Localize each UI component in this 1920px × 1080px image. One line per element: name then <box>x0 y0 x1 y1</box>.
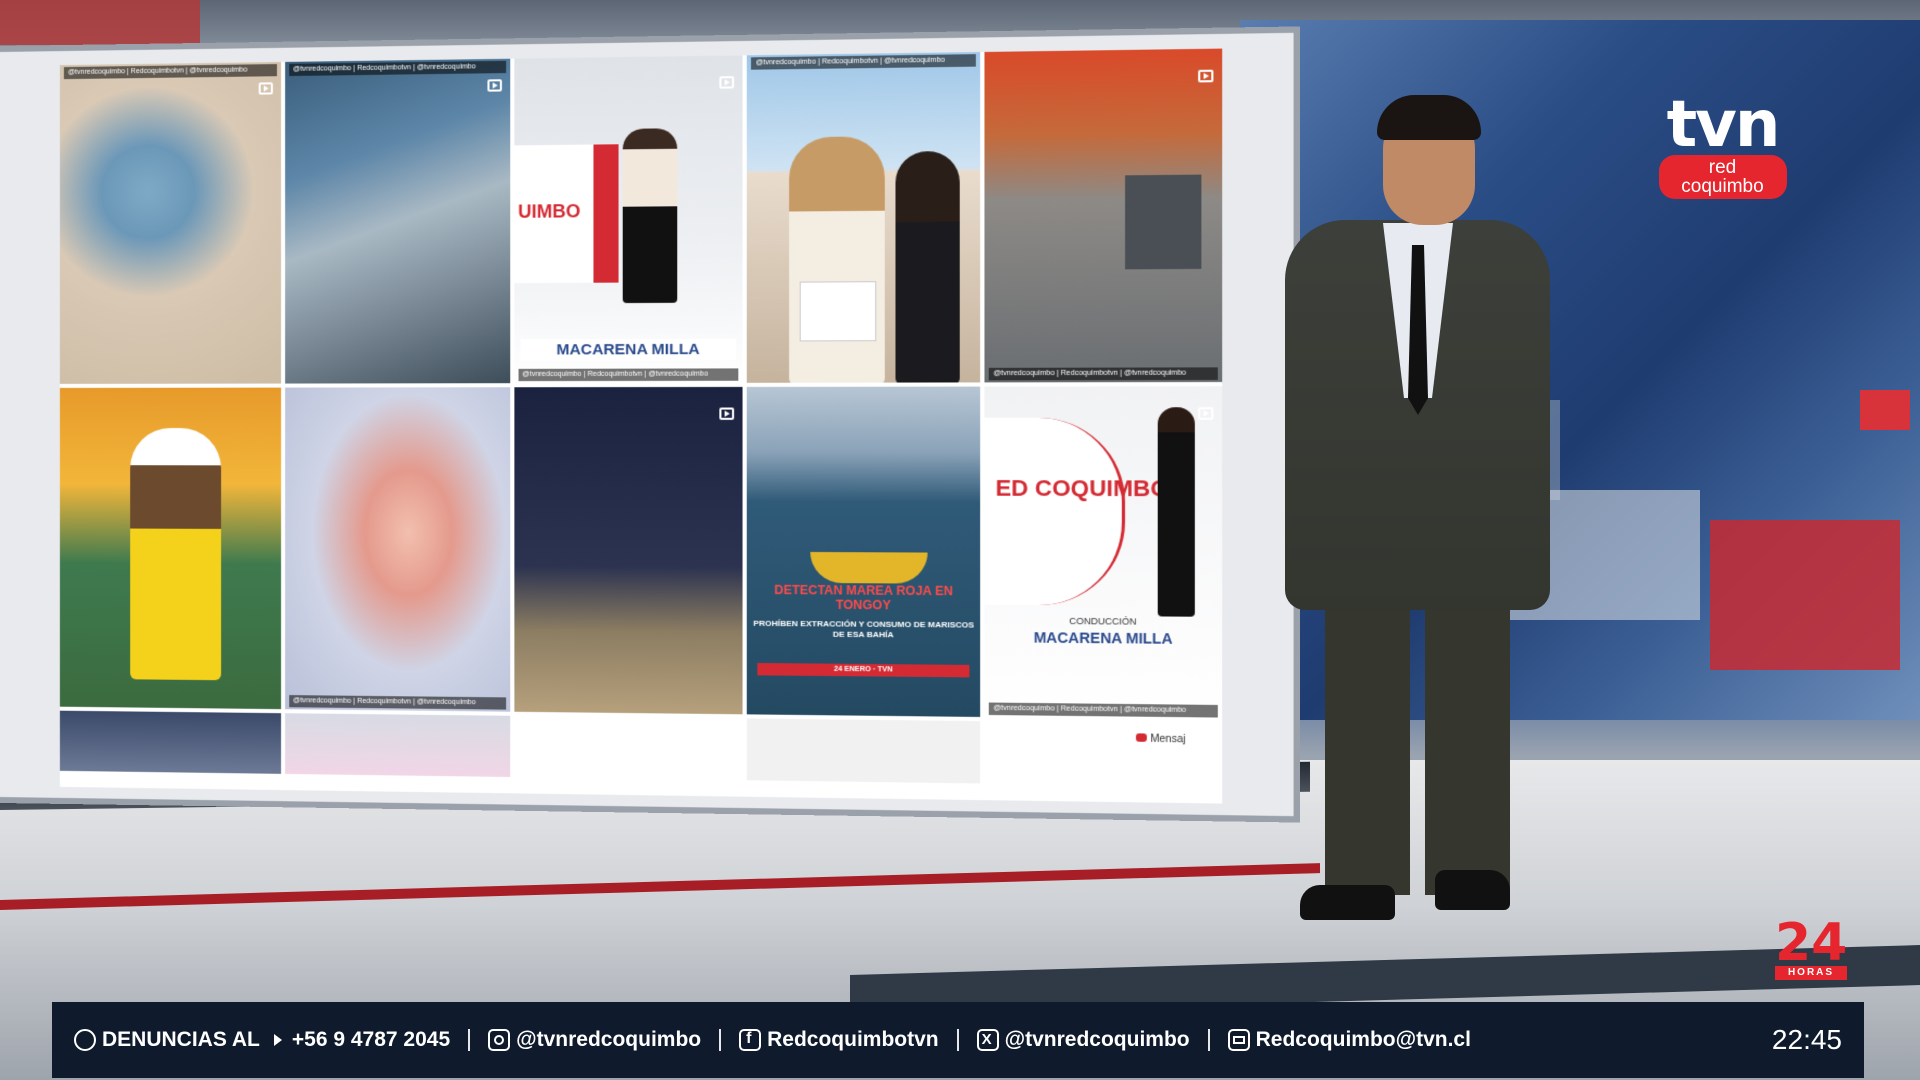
social-post-tile: @tvnredcoquimbo | Redcoquimbotvn | @tvnr… <box>984 48 1223 383</box>
mascot-figure <box>130 428 222 681</box>
denuncias-phone: +56 9 4787 2045 <box>291 1028 451 1051</box>
post-handle-bar: @tvnredcoquimbo | Redcoquimbotvn | @tvnr… <box>63 64 277 80</box>
denuncias-segment: DENUNCIAS AL +56 9 4787 2045 <box>74 1028 450 1052</box>
wall-panel-red-small <box>1860 390 1910 430</box>
news-anchor <box>1265 95 1570 945</box>
whatsapp-icon <box>74 1029 96 1051</box>
presenter-figure <box>1157 407 1196 617</box>
24-horas-number: 24 <box>1775 913 1848 973</box>
post-sublabel: CONDUCCIÓN <box>1069 615 1137 627</box>
video-wall: @tvnredcoquimbo | Redcoquimbotvn | @tvnr… <box>0 32 1294 817</box>
x-handle: @tvnredcoquimbo <box>1004 1028 1190 1051</box>
instagram-segment: @tvnredcoquimbo <box>488 1028 701 1052</box>
post-handle-bar: @tvnredcoquimbo | Redcoquimbotvn | @tvnr… <box>288 60 506 77</box>
email-segment: Redcoquimbo@tvn.cl <box>1227 1028 1471 1052</box>
tvn-logo-sub-line1: red <box>1708 157 1737 178</box>
anchor-shoe <box>1435 870 1510 910</box>
play-icon <box>487 79 502 92</box>
instagram-icon <box>488 1029 511 1051</box>
post-handle-bar: @tvnredcoquimbo | Redcoquimbotvn | @tvnr… <box>288 695 506 710</box>
denuncias-label: DENUNCIAS AL <box>102 1028 260 1051</box>
news-subheadline: PROHÍBEN EXTRACCIÓN Y CONSUMO DE MARISCO… <box>753 618 975 640</box>
channel-logo-text: ED COQUIMBO <box>995 474 1169 502</box>
24-horas-logo: 24 HORAS <box>1775 913 1848 980</box>
ticker-separator <box>1207 1029 1210 1051</box>
anchor-shoe <box>1300 885 1395 920</box>
tvn-red-coquimbo-logo: tvn red coquimbo <box>1655 88 1790 200</box>
social-post-tile: Mensaj <box>984 721 1223 787</box>
channel-logo-block <box>984 417 1126 606</box>
social-post-tile: ED COQUIMBO CONDUCCIÓN MACARENA MILLA @t… <box>984 386 1223 720</box>
student-figure <box>895 150 961 383</box>
news-headline: DETECTAN MAREA ROJA EN TONGOY <box>774 582 953 613</box>
tvn-logo-sub-line2: coquimbo <box>1681 176 1764 197</box>
post-caption: MACARENA MILLA <box>1033 629 1173 647</box>
truck-image <box>1125 174 1202 270</box>
ticker-separator <box>468 1029 471 1051</box>
play-icon <box>719 407 735 420</box>
student-figure <box>789 136 886 383</box>
studio-red-panel <box>0 0 200 45</box>
chat-label: Mensaj <box>1136 733 1185 746</box>
social-post-tile <box>513 715 743 781</box>
boat-image <box>810 551 929 584</box>
post-handle-bar: @tvnredcoquimbo | Redcoquimbotvn | @tvnr… <box>988 702 1218 718</box>
post-handle-bar: @tvnredcoquimbo | Redcoquimbotvn | @tvnr… <box>518 368 739 382</box>
anchor-hair <box>1377 95 1481 140</box>
instagram-handle: @tvnredcoquimbo <box>516 1028 702 1051</box>
social-post-tile: @tvnredcoquimbo | Redcoquimbotvn | @tvnr… <box>747 52 981 383</box>
play-icon <box>1198 407 1214 420</box>
post-handle-bar: @tvnredcoquimbo | Redcoquimbotvn | @tvnr… <box>988 367 1218 381</box>
mail-icon <box>1227 1029 1250 1051</box>
anchor-leg <box>1425 595 1510 895</box>
arrow-right-icon <box>273 1034 282 1046</box>
ticker-separator <box>719 1029 722 1051</box>
diploma-paper <box>800 281 877 342</box>
play-icon <box>719 76 735 89</box>
facebook-icon <box>739 1029 762 1051</box>
x-twitter-icon <box>976 1029 999 1051</box>
facebook-handle: Redcoquimbotvn <box>767 1028 939 1051</box>
presenter-figure <box>622 128 677 304</box>
channel-logo-text: UIMBO <box>518 200 581 222</box>
social-post-tile <box>513 386 743 715</box>
social-post-tile <box>284 713 510 778</box>
social-post-tile: @tvnredcoquimbo | Redcoquimbotvn | @tvnr… <box>284 387 510 712</box>
lower-third-ticker: DENUNCIAS AL +56 9 4787 2045 @tvnredcoqu… <box>52 1002 1864 1078</box>
post-handle-bar: @tvnredcoquimbo | Redcoquimbotvn | @tvnr… <box>751 54 977 70</box>
x-segment: @tvnredcoquimbo <box>976 1028 1190 1052</box>
tvn-logo-word: tvn <box>1666 88 1781 162</box>
social-post-tile <box>747 718 981 784</box>
play-icon <box>1198 69 1214 83</box>
clock-time: 22:45 <box>1771 1024 1842 1055</box>
social-post-tile: DETECTAN MAREA ROJA EN TONGOY PROHÍBEN E… <box>747 386 981 717</box>
email-address: Redcoquimbo@tvn.cl <box>1255 1028 1471 1051</box>
social-post-tile: @tvnredcoquimbo | Redcoquimbotvn | @tvnr… <box>59 61 281 384</box>
anchor-leg <box>1325 595 1410 895</box>
news-date-bar: 24 ENERO · TVN <box>757 662 970 678</box>
play-icon <box>258 82 273 95</box>
social-post-tile <box>59 710 281 774</box>
social-post-tile: @tvnredcoquimbo | Redcoquimbotvn | @tvnr… <box>284 58 510 384</box>
post-caption: MACARENA MILLA <box>520 338 737 361</box>
social-post-tile: UIMBO MACARENA MILLA @tvnredcoquimbo | R… <box>513 55 743 384</box>
ticker-separator <box>956 1029 959 1051</box>
facebook-segment: Redcoquimbotvn <box>739 1028 939 1052</box>
wall-panel-red <box>1710 520 1900 670</box>
social-media-grid: @tvnredcoquimbo | Redcoquimbotvn | @tvnr… <box>59 48 1223 804</box>
social-post-tile <box>59 387 281 710</box>
